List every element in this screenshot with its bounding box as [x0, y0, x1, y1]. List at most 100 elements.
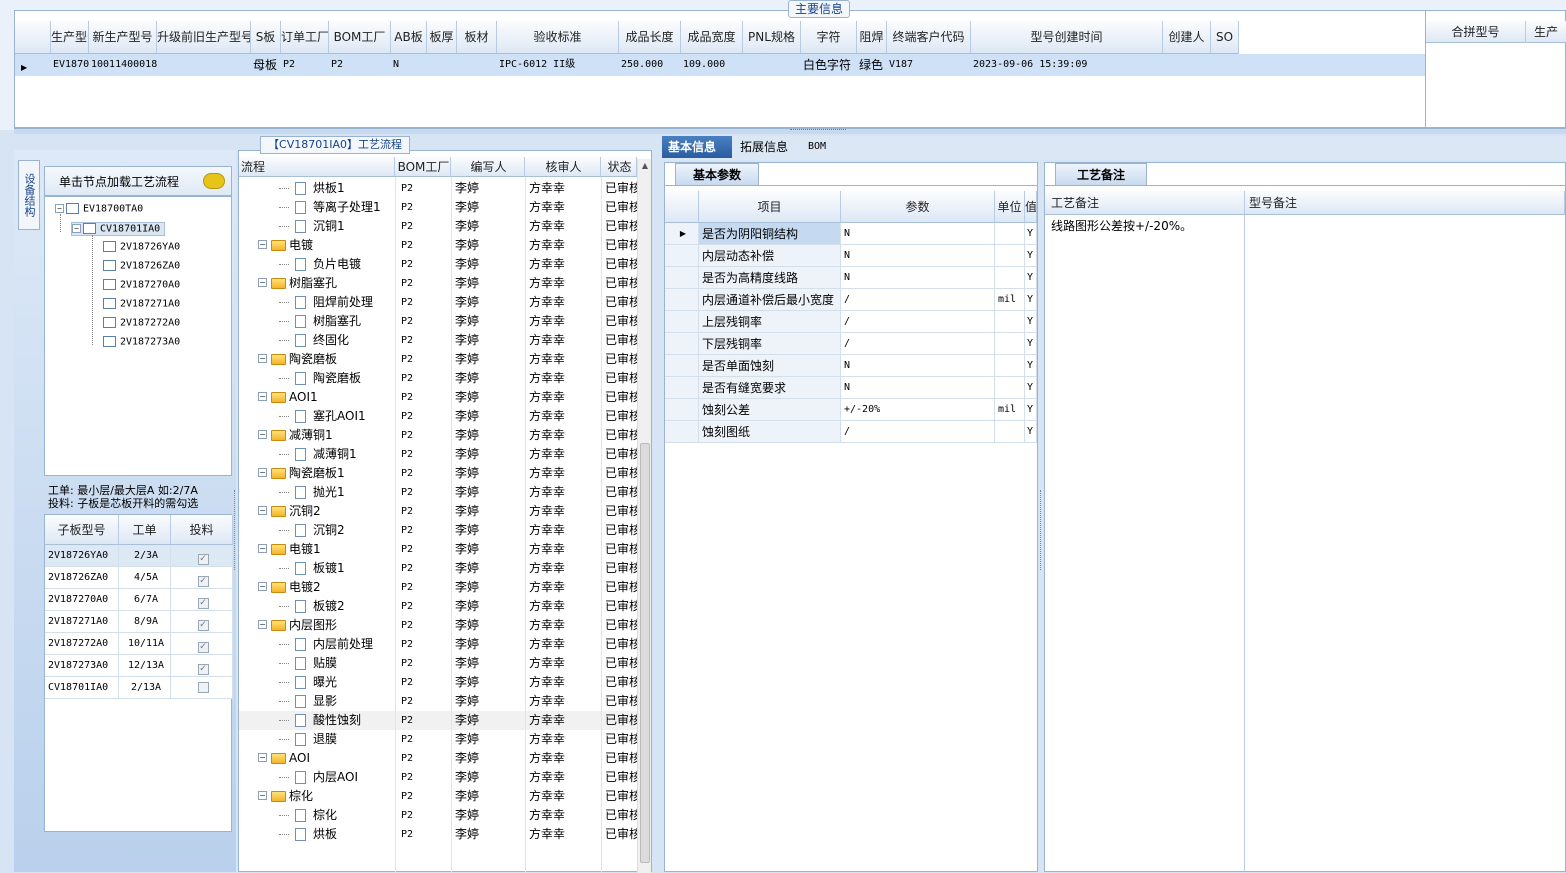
param-value[interactable]: /	[841, 333, 995, 355]
tab-extended-info[interactable]: 拓展信息	[734, 136, 796, 158]
collapse-icon[interactable]: −	[258, 753, 267, 762]
param-row[interactable]: 内层通道补偿后最小宽度 / mil Y	[665, 289, 1037, 311]
tree-node-root[interactable]: − EV18700TA0	[55, 203, 143, 215]
process-row[interactable]: − 减薄铜1 P2 李婷 方幸幸 已审核	[239, 426, 637, 445]
main-cell[interactable]: 250.000	[619, 54, 681, 76]
horizontal-splitter[interactable]	[14, 128, 1566, 134]
main-cell[interactable]: 10011400018313	[89, 54, 157, 76]
feed-checkbox[interactable]: ✓	[197, 642, 209, 653]
main-cell[interactable]: P2	[329, 54, 391, 76]
sub-row[interactable]: 2V18726ZA0 4/5A ✓	[45, 567, 233, 589]
process-remark-text[interactable]: 线路图形公差按+/-20%。	[1045, 215, 1245, 871]
process-row[interactable]: 显影 P2 李婷 方幸幸 已审核	[239, 692, 637, 711]
param-value[interactable]: /	[841, 421, 995, 443]
tree-node-leaf[interactable]: 2V187270A0	[103, 279, 180, 291]
process-row[interactable]: 沉铜1 P2 李婷 方幸幸 已审核	[239, 217, 637, 236]
collapse-icon[interactable]: −	[258, 278, 267, 287]
feed-checkbox[interactable]: ✓	[197, 664, 209, 675]
process-row[interactable]: 板镀1 P2 李婷 方幸幸 已审核	[239, 559, 637, 578]
sub-row[interactable]: 2V187272A0 10/11A ✓	[45, 633, 233, 655]
sub-row[interactable]: 2V18726YA0 2/3A ✓	[45, 545, 233, 567]
main-cell[interactable]	[1163, 54, 1211, 76]
process-row[interactable]: 酸性蚀刻 P2 李婷 方幸幸 已审核	[239, 711, 637, 730]
main-cell[interactable]: N	[391, 54, 427, 76]
process-row[interactable]: − AOI1 P2 李婷 方幸幸 已审核	[239, 388, 637, 407]
process-row[interactable]: 负片电镀 P2 李婷 方幸幸 已审核	[239, 255, 637, 274]
process-row[interactable]: 退膜 P2 李婷 方幸幸 已审核	[239, 730, 637, 749]
tab-bom[interactable]: BOM	[802, 136, 842, 158]
tree-node-leaf[interactable]: 2V187273A0	[103, 336, 180, 348]
scroll-thumb[interactable]	[640, 443, 650, 863]
process-row[interactable]: 等离子处理1 P2 李婷 方幸幸 已审核	[239, 198, 637, 217]
param-row[interactable]: 蚀刻公差 +/-20% mil Y	[665, 399, 1037, 421]
param-row[interactable]: 上层残铜率 / Y	[665, 311, 1037, 333]
process-row[interactable]: 曝光 P2 李婷 方幸幸 已审核	[239, 673, 637, 692]
feed-checkbox[interactable]: ✓	[197, 554, 209, 565]
main-cell[interactable]: V187	[887, 54, 971, 76]
param-value[interactable]: N	[841, 245, 995, 267]
tree-node-leaf[interactable]: 2V18726YA0	[103, 241, 180, 253]
process-row[interactable]: 塞孔AOI1 P2 李婷 方幸幸 已审核	[239, 407, 637, 426]
main-grid-row[interactable]: ▶EV18700TA010011400018313母板P2P2NIPC-6012…	[15, 54, 1425, 76]
sub-row[interactable]: 2V187271A0 8/9A ✓	[45, 611, 233, 633]
process-row[interactable]: 内层AOI P2 李婷 方幸幸 已审核	[239, 768, 637, 787]
param-value[interactable]: N	[841, 267, 995, 289]
tab-process-remarks[interactable]: 工艺备注	[1055, 163, 1147, 185]
tab-basic-params[interactable]: 基本参数	[675, 163, 759, 185]
collapse-icon[interactable]: −	[258, 392, 267, 401]
tree-node-child[interactable]: − CV18701IA0	[71, 222, 166, 236]
process-row[interactable]: − 电镀2 P2 李婷 方幸幸 已审核	[239, 578, 637, 597]
process-row[interactable]: 陶瓷磨板 P2 李婷 方幸幸 已审核	[239, 369, 637, 388]
process-row[interactable]: − 树脂塞孔 P2 李婷 方幸幸 已审核	[239, 274, 637, 293]
process-row[interactable]: 烘板 P2 李婷 方幸幸 已审核	[239, 825, 637, 844]
sub-row[interactable]: CV18701IA0 2/13A	[45, 677, 233, 699]
process-row[interactable]: 沉铜2 P2 李婷 方幸幸 已审核	[239, 521, 637, 540]
process-row[interactable]: 终固化 P2 李婷 方幸幸 已审核	[239, 331, 637, 350]
main-cell[interactable]: EV18700TA0	[51, 54, 89, 76]
feed-checkbox[interactable]: ✓	[197, 620, 209, 631]
param-value[interactable]: N	[841, 355, 995, 377]
process-row[interactable]: 棕化 P2 李婷 方幸幸 已审核	[239, 806, 637, 825]
collapse-icon[interactable]: −	[258, 354, 267, 363]
tab-basic-info[interactable]: 基本信息	[662, 136, 732, 158]
process-row[interactable]: − AOI P2 李婷 方幸幸 已审核	[239, 749, 637, 768]
sub-row[interactable]: 2V187273A0 12/13A ✓	[45, 655, 233, 677]
tree-node-leaf[interactable]: 2V187272A0	[103, 317, 180, 329]
param-row[interactable]: 下层残铜率 / Y	[665, 333, 1037, 355]
main-cell[interactable]: 绿色	[857, 54, 887, 76]
process-row[interactable]: 贴膜 P2 李婷 方幸幸 已审核	[239, 654, 637, 673]
param-row[interactable]: 是否单面蚀刻 N Y	[665, 355, 1037, 377]
collapse-icon[interactable]: −	[258, 240, 267, 249]
tree-node-leaf[interactable]: 2V18726ZA0	[103, 260, 180, 272]
main-cell[interactable]: 母板	[251, 54, 281, 76]
param-row[interactable]: 蚀刻图纸 / Y	[665, 421, 1037, 443]
main-cell[interactable]	[457, 54, 497, 76]
tab-equipment-structure[interactable]: 设备结构	[18, 160, 40, 230]
param-value[interactable]: +/-20%	[841, 399, 995, 421]
feed-checkbox[interactable]: ✓	[197, 576, 209, 587]
param-value[interactable]: N	[841, 223, 995, 245]
process-row[interactable]: 板镀2 P2 李婷 方幸幸 已审核	[239, 597, 637, 616]
main-cell[interactable]: P2	[281, 54, 329, 76]
process-row[interactable]: 阻焊前处理 P2 李婷 方幸幸 已审核	[239, 293, 637, 312]
feed-checkbox[interactable]	[197, 682, 209, 693]
process-row[interactable]: − 棕化 P2 李婷 方幸幸 已审核	[239, 787, 637, 806]
collapse-icon[interactable]: −	[258, 791, 267, 800]
process-row[interactable]: − 沉铜2 P2 李婷 方幸幸 已审核	[239, 502, 637, 521]
tree-node-leaf[interactable]: 2V187271A0	[103, 298, 180, 310]
process-row[interactable]: 烘板1 P2 李婷 方幸幸 已审核	[239, 179, 637, 198]
main-cell[interactable]: IPC-6012 II级	[497, 54, 619, 76]
main-cell[interactable]: 109.000	[681, 54, 743, 76]
process-row[interactable]: 内层前处理 P2 李婷 方幸幸 已审核	[239, 635, 637, 654]
process-row[interactable]: 减薄铜1 P2 李婷 方幸幸 已审核	[239, 445, 637, 464]
collapse-icon[interactable]: −	[258, 468, 267, 477]
collapse-icon[interactable]: −	[258, 506, 267, 515]
collapse-icon[interactable]: −	[258, 582, 267, 591]
param-row[interactable]: ▶ 是否为阴阳铜结构 N Y	[665, 223, 1037, 245]
param-value[interactable]: /	[841, 311, 995, 333]
main-cell[interactable]	[1211, 54, 1239, 76]
main-cell[interactable]: 白色字符	[801, 54, 857, 76]
sub-row[interactable]: 2V187270A0 6/7A ✓	[45, 589, 233, 611]
collapse-icon[interactable]: −	[258, 544, 267, 553]
collapse-icon[interactable]: −	[258, 620, 267, 629]
